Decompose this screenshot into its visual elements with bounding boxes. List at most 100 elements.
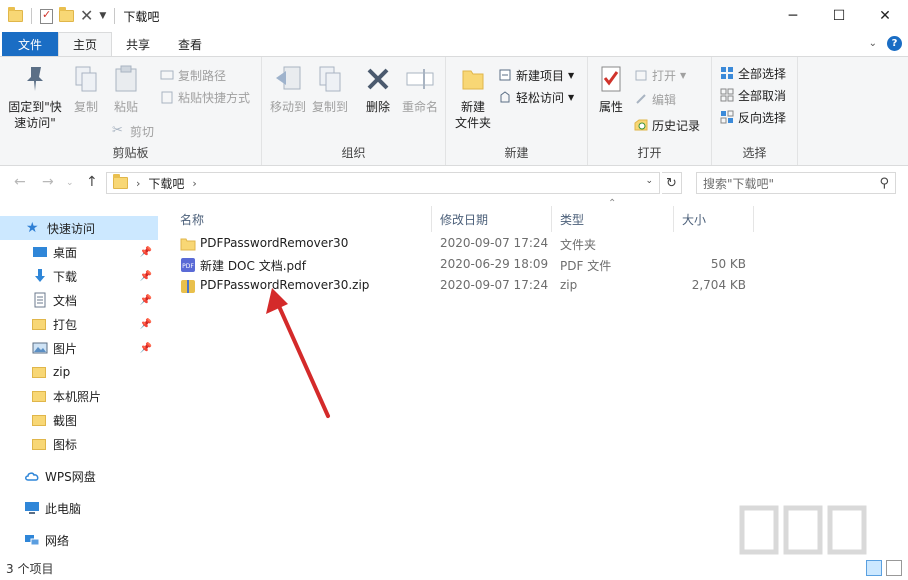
table-row[interactable]: PDFPasswordRemover30 2020-09-07 17:24 文件… [172, 233, 762, 254]
nav-item-local-photos[interactable]: 本机照片 [0, 384, 158, 408]
pin-icon[interactable]: 📌 [140, 247, 152, 258]
file-name: PDFPasswordRemover30.zip [200, 278, 370, 292]
toolbar-divider [31, 8, 32, 24]
network-icon [24, 532, 40, 548]
nav-item-pictures[interactable]: 图片 📌 [0, 336, 158, 360]
pin-icon[interactable]: 📌 [140, 271, 152, 282]
easy-access-button[interactable]: 轻松访问 ▼ [498, 87, 574, 107]
breadcrumb-separator-icon[interactable]: › [136, 177, 140, 190]
minimize-button[interactable]: ─ [770, 0, 816, 32]
paste-shortcut-button[interactable]: 粘贴快捷方式 [160, 87, 250, 107]
properties-button[interactable]: 属性 [592, 63, 630, 115]
folder-icon [32, 388, 48, 404]
table-row[interactable]: PDF 新建 DOC 文档.pdf 2020-06-29 18:09 PDF 文… [172, 254, 762, 275]
nav-network[interactable]: 网络 [0, 528, 158, 552]
nav-quick-access[interactable]: ★ 快速访问 [0, 216, 158, 240]
select-all-button[interactable]: 全部选择 [720, 63, 786, 83]
select-none-button[interactable]: 全部取消 [720, 85, 786, 105]
pin-icon[interactable]: 📌 [140, 343, 152, 354]
folder-icon [8, 7, 23, 22]
column-header-type[interactable]: 类型 [552, 206, 674, 232]
tab-home[interactable]: 主页 [58, 32, 113, 56]
file-type: PDF 文件 [560, 259, 612, 273]
address-bar[interactable]: › 下载吧 › ⌄ [106, 172, 660, 194]
folder-icon [32, 412, 48, 428]
pin-quick-access-button[interactable]: 固定到"快 速访问" [4, 63, 66, 131]
copy-path-button[interactable]: 复制路径 [160, 65, 226, 85]
details-view-icon[interactable] [866, 560, 882, 576]
maximize-button[interactable]: ☐ [816, 0, 862, 32]
tab-file[interactable]: 文件 [2, 32, 59, 56]
breadcrumb-separator-icon[interactable]: › [192, 177, 196, 190]
history-button[interactable]: 历史记录 [634, 115, 700, 135]
move-to-label: 移动到 [269, 100, 306, 114]
tab-view[interactable]: 查看 [164, 32, 216, 56]
breadcrumb-item[interactable]: 下载吧 [148, 175, 184, 192]
invert-selection-icon [720, 110, 734, 124]
nav-item-downloads[interactable]: 下载 📌 [0, 264, 158, 288]
column-header-name[interactable]: 名称 [172, 206, 432, 232]
group-label-new: 新建 [504, 146, 529, 160]
cut-button[interactable]: ✂ 剪切 [112, 121, 154, 141]
nav-label: 下载 [53, 269, 78, 284]
paste-button[interactable]: 粘贴 [108, 63, 144, 115]
tab-share[interactable]: 共享 [112, 32, 164, 56]
nav-label: 网络 [45, 533, 70, 548]
large-icons-view-icon[interactable] [886, 560, 902, 576]
file-name: PDFPasswordRemover30 [200, 236, 349, 250]
recent-locations-icon[interactable]: ⌄ [66, 178, 74, 188]
desktop-icon [32, 244, 48, 260]
folder-icon [113, 174, 128, 189]
select-none-icon [720, 88, 734, 102]
pin-icon[interactable]: 📌 [140, 319, 152, 330]
close-button[interactable]: ✕ [862, 0, 908, 32]
open-button[interactable]: 打开 ▼ [634, 65, 686, 85]
pin-icon[interactable]: 📌 [140, 295, 152, 306]
delete-button[interactable]: 删除 [360, 63, 396, 115]
file-type: zip [560, 278, 578, 292]
window-title: 下载吧 [123, 9, 160, 24]
nav-item-icons[interactable]: 图标 [0, 432, 158, 456]
new-folder-button[interactable]: 新建 文件夹 [450, 63, 496, 131]
table-row[interactable]: PDFPasswordRemover30.zip 2020-09-07 17:2… [172, 275, 762, 296]
column-header-date[interactable]: 修改日期 [432, 206, 552, 232]
nav-item-screenshots[interactable]: 截图 [0, 408, 158, 432]
address-dropdown-icon[interactable]: ⌄ [645, 176, 653, 186]
nav-label: 图片 [53, 341, 78, 356]
properties-icon[interactable] [40, 8, 53, 24]
column-header-label: 名称 [180, 212, 205, 227]
nav-item-documents[interactable]: 文档 📌 [0, 288, 158, 312]
nav-item-desktop[interactable]: 桌面 📌 [0, 240, 158, 264]
nav-item-pack[interactable]: 打包 📌 [0, 312, 158, 336]
delete-icon[interactable]: ✕ [80, 8, 93, 24]
folder-icon [180, 236, 196, 252]
properties-label: 属性 [598, 100, 623, 114]
new-folder-icon[interactable] [59, 7, 74, 22]
copy-to-button[interactable]: 复制到 [308, 63, 352, 115]
copy-button[interactable]: 复制 [68, 63, 104, 115]
search-input[interactable]: 搜索"下载吧" ⚲ [696, 172, 896, 194]
refresh-icon[interactable]: ↻ [662, 172, 682, 194]
nav-item-zip[interactable]: zip [0, 360, 158, 384]
up-arrow-icon[interactable]: ↑ [86, 174, 98, 190]
forward-arrow-icon[interactable]: → [42, 174, 54, 190]
file-type: 文件夹 [560, 238, 597, 252]
back-arrow-icon[interactable]: ← [14, 174, 26, 190]
move-to-button[interactable]: 移动到 [266, 63, 310, 115]
rename-button[interactable]: 重命名 [398, 63, 442, 115]
customize-toolbar-icon[interactable]: ▼ [99, 11, 106, 21]
search-icon[interactable]: ⚲ [879, 176, 889, 191]
column-header-size[interactable]: 大小 [674, 206, 754, 232]
file-date: 2020-09-07 17:24 [440, 236, 549, 250]
new-item-icon [498, 68, 512, 82]
edit-button[interactable]: 编辑 [634, 89, 676, 109]
collapse-ribbon-icon[interactable]: ⌄ [869, 38, 877, 49]
invert-selection-button[interactable]: 反向选择 [720, 107, 786, 127]
nav-label: 文档 [53, 293, 78, 308]
new-item-button[interactable]: 新建项目 ▼ [498, 65, 574, 85]
help-icon[interactable]: ? [887, 36, 902, 51]
nav-this-pc[interactable]: 此电脑 [0, 496, 158, 520]
ribbon-tabs: 文件 主页 共享 查看 ⌄ ? [0, 32, 908, 56]
nav-wps-cloud[interactable]: WPS网盘 [0, 464, 158, 488]
column-header-label: 大小 [682, 212, 707, 227]
